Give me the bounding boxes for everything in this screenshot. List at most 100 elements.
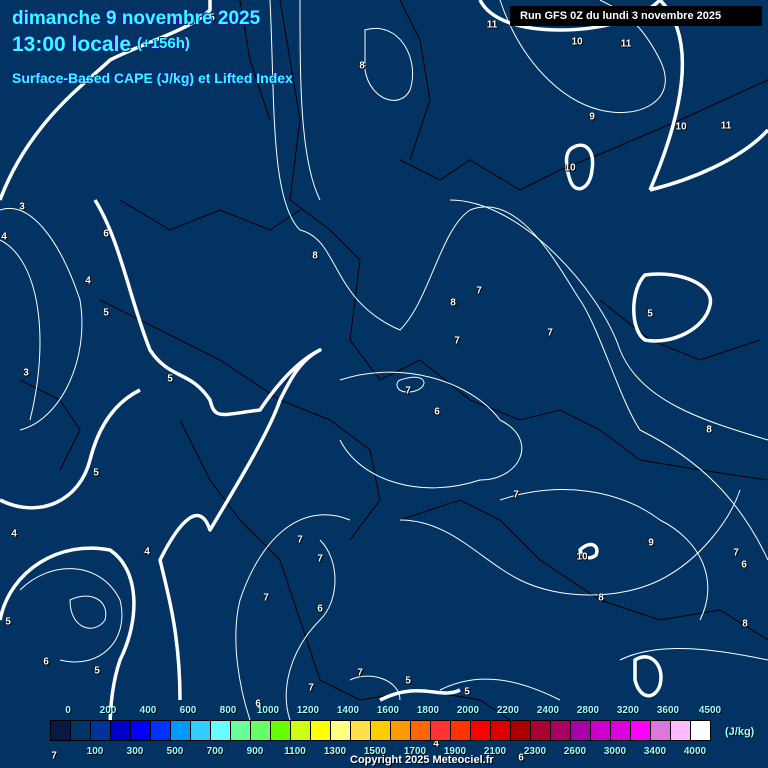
scale-label-top: 200 bbox=[99, 705, 117, 716]
contour-label: 10 bbox=[571, 36, 583, 48]
scale-label-bottom: 2600 bbox=[563, 746, 587, 757]
contour-label: 7 bbox=[513, 489, 519, 501]
color-swatch bbox=[551, 721, 571, 740]
color-swatch bbox=[291, 721, 311, 740]
color-swatch bbox=[191, 721, 211, 740]
scale-label-bottom: 4000 bbox=[683, 746, 707, 757]
contour-label: 7 bbox=[308, 682, 314, 694]
contour-label: 7 bbox=[733, 547, 739, 559]
contour-label: 8 bbox=[312, 250, 318, 262]
contour-label: 4 bbox=[144, 546, 150, 558]
contour-label: 4 bbox=[11, 528, 17, 540]
color-swatch bbox=[431, 721, 451, 740]
contour-label: 9 bbox=[589, 111, 595, 123]
color-swatch bbox=[231, 721, 251, 740]
contour-label: 6 bbox=[43, 656, 49, 668]
color-swatch bbox=[211, 721, 231, 740]
unit-label: (J/kg) bbox=[725, 726, 755, 738]
copyright: Copyright 2025 Meteociel.fr bbox=[350, 754, 494, 766]
scale-label-bottom: 500 bbox=[166, 746, 184, 757]
contour-label: 7 bbox=[51, 750, 57, 762]
contour-label: 11 bbox=[486, 19, 498, 31]
scale-label-bottom: 300 bbox=[126, 746, 144, 757]
color-swatch bbox=[51, 721, 71, 740]
contour-label: 11 bbox=[620, 38, 632, 50]
lead-time: (+156h) bbox=[136, 35, 190, 52]
contour-label: 5 bbox=[167, 373, 173, 385]
contour-label: 7 bbox=[547, 327, 553, 339]
lifted-index-thin-contours bbox=[0, 0, 768, 721]
scale-label-bottom: 700 bbox=[206, 746, 224, 757]
color-swatch bbox=[71, 721, 91, 740]
forecast-date: dimanche 9 novembre 2025 bbox=[12, 8, 261, 29]
scale-label-bottom: 3000 bbox=[603, 746, 627, 757]
contour-label: 3 bbox=[19, 201, 25, 213]
contour-label: 5 bbox=[103, 307, 109, 319]
cape-map bbox=[0, 0, 768, 741]
color-swatch bbox=[591, 721, 611, 740]
color-swatch bbox=[411, 721, 431, 740]
contour-label: 9 bbox=[648, 537, 654, 549]
contour-label: 10 bbox=[564, 162, 576, 174]
contour-label: 7 bbox=[454, 335, 460, 347]
color-scale-bar bbox=[50, 720, 711, 741]
contour-label: 7 bbox=[317, 553, 323, 565]
scale-label-bottom: 1300 bbox=[323, 746, 347, 757]
color-swatch bbox=[691, 721, 710, 740]
scale-label-top: 400 bbox=[139, 705, 157, 716]
color-swatch bbox=[91, 721, 111, 740]
contour-label: 8 bbox=[598, 592, 604, 604]
color-swatch bbox=[571, 721, 591, 740]
contour-label: 4 bbox=[1, 231, 7, 243]
color-swatch bbox=[451, 721, 471, 740]
contour-label: 5 bbox=[405, 675, 411, 687]
color-swatch bbox=[271, 721, 291, 740]
scale-label-top: 1000 bbox=[256, 705, 280, 716]
map-title: Surface-Based CAPE (J/kg) et Lifted Inde… bbox=[12, 70, 293, 86]
scale-label-top: 600 bbox=[179, 705, 197, 716]
contour-label: 11 bbox=[720, 120, 732, 132]
scale-label-top: 0 bbox=[65, 705, 71, 716]
color-swatch bbox=[131, 721, 151, 740]
scale-label-top: 1600 bbox=[376, 705, 400, 716]
contour-label: 4 bbox=[85, 275, 91, 287]
scale-label-bottom: 2300 bbox=[523, 746, 547, 757]
color-swatch bbox=[171, 721, 191, 740]
contour-label: 6 bbox=[317, 603, 323, 615]
scale-label-bottom: 3400 bbox=[643, 746, 667, 757]
run-info: Run GFS 0Z du lundi 3 novembre 2025 bbox=[510, 6, 762, 26]
color-swatch bbox=[531, 721, 551, 740]
color-swatch bbox=[671, 721, 691, 740]
contour-label: 10 bbox=[576, 551, 588, 563]
scale-label-top: 1800 bbox=[416, 705, 440, 716]
scale-label-bottom: 100 bbox=[86, 746, 104, 757]
contour-label: 8 bbox=[359, 60, 365, 72]
scale-label-top: 2200 bbox=[496, 705, 520, 716]
scale-label-top: 800 bbox=[219, 705, 237, 716]
contour-label: 5 bbox=[464, 686, 470, 698]
scale-label-bottom: 1100 bbox=[284, 746, 306, 757]
contour-label: 5 bbox=[5, 616, 11, 628]
color-swatch bbox=[311, 721, 331, 740]
forecast-time: 13:00 locale (+156h) bbox=[12, 33, 190, 57]
color-swatch bbox=[371, 721, 391, 740]
contour-label: 3 bbox=[23, 367, 29, 379]
color-swatch bbox=[111, 721, 131, 740]
color-swatch bbox=[631, 721, 651, 740]
contour-label: 5 bbox=[647, 308, 653, 320]
contour-label: 7 bbox=[476, 285, 482, 297]
contour-label: 7 bbox=[297, 534, 303, 546]
scale-label-top: 2400 bbox=[536, 705, 560, 716]
color-swatch bbox=[391, 721, 411, 740]
contour-label: 8 bbox=[706, 424, 712, 436]
contour-label: 7 bbox=[405, 385, 411, 397]
scale-label-top: 3600 bbox=[656, 705, 680, 716]
contour-label: 6 bbox=[103, 228, 109, 240]
scale-label-top: 3200 bbox=[616, 705, 640, 716]
contour-label: 10 bbox=[675, 121, 687, 133]
contour-label: 6 bbox=[741, 559, 747, 571]
color-swatch bbox=[251, 721, 271, 740]
color-swatch bbox=[331, 721, 351, 740]
scale-label-top: 1400 bbox=[336, 705, 360, 716]
scale-label-top: 2800 bbox=[576, 705, 600, 716]
